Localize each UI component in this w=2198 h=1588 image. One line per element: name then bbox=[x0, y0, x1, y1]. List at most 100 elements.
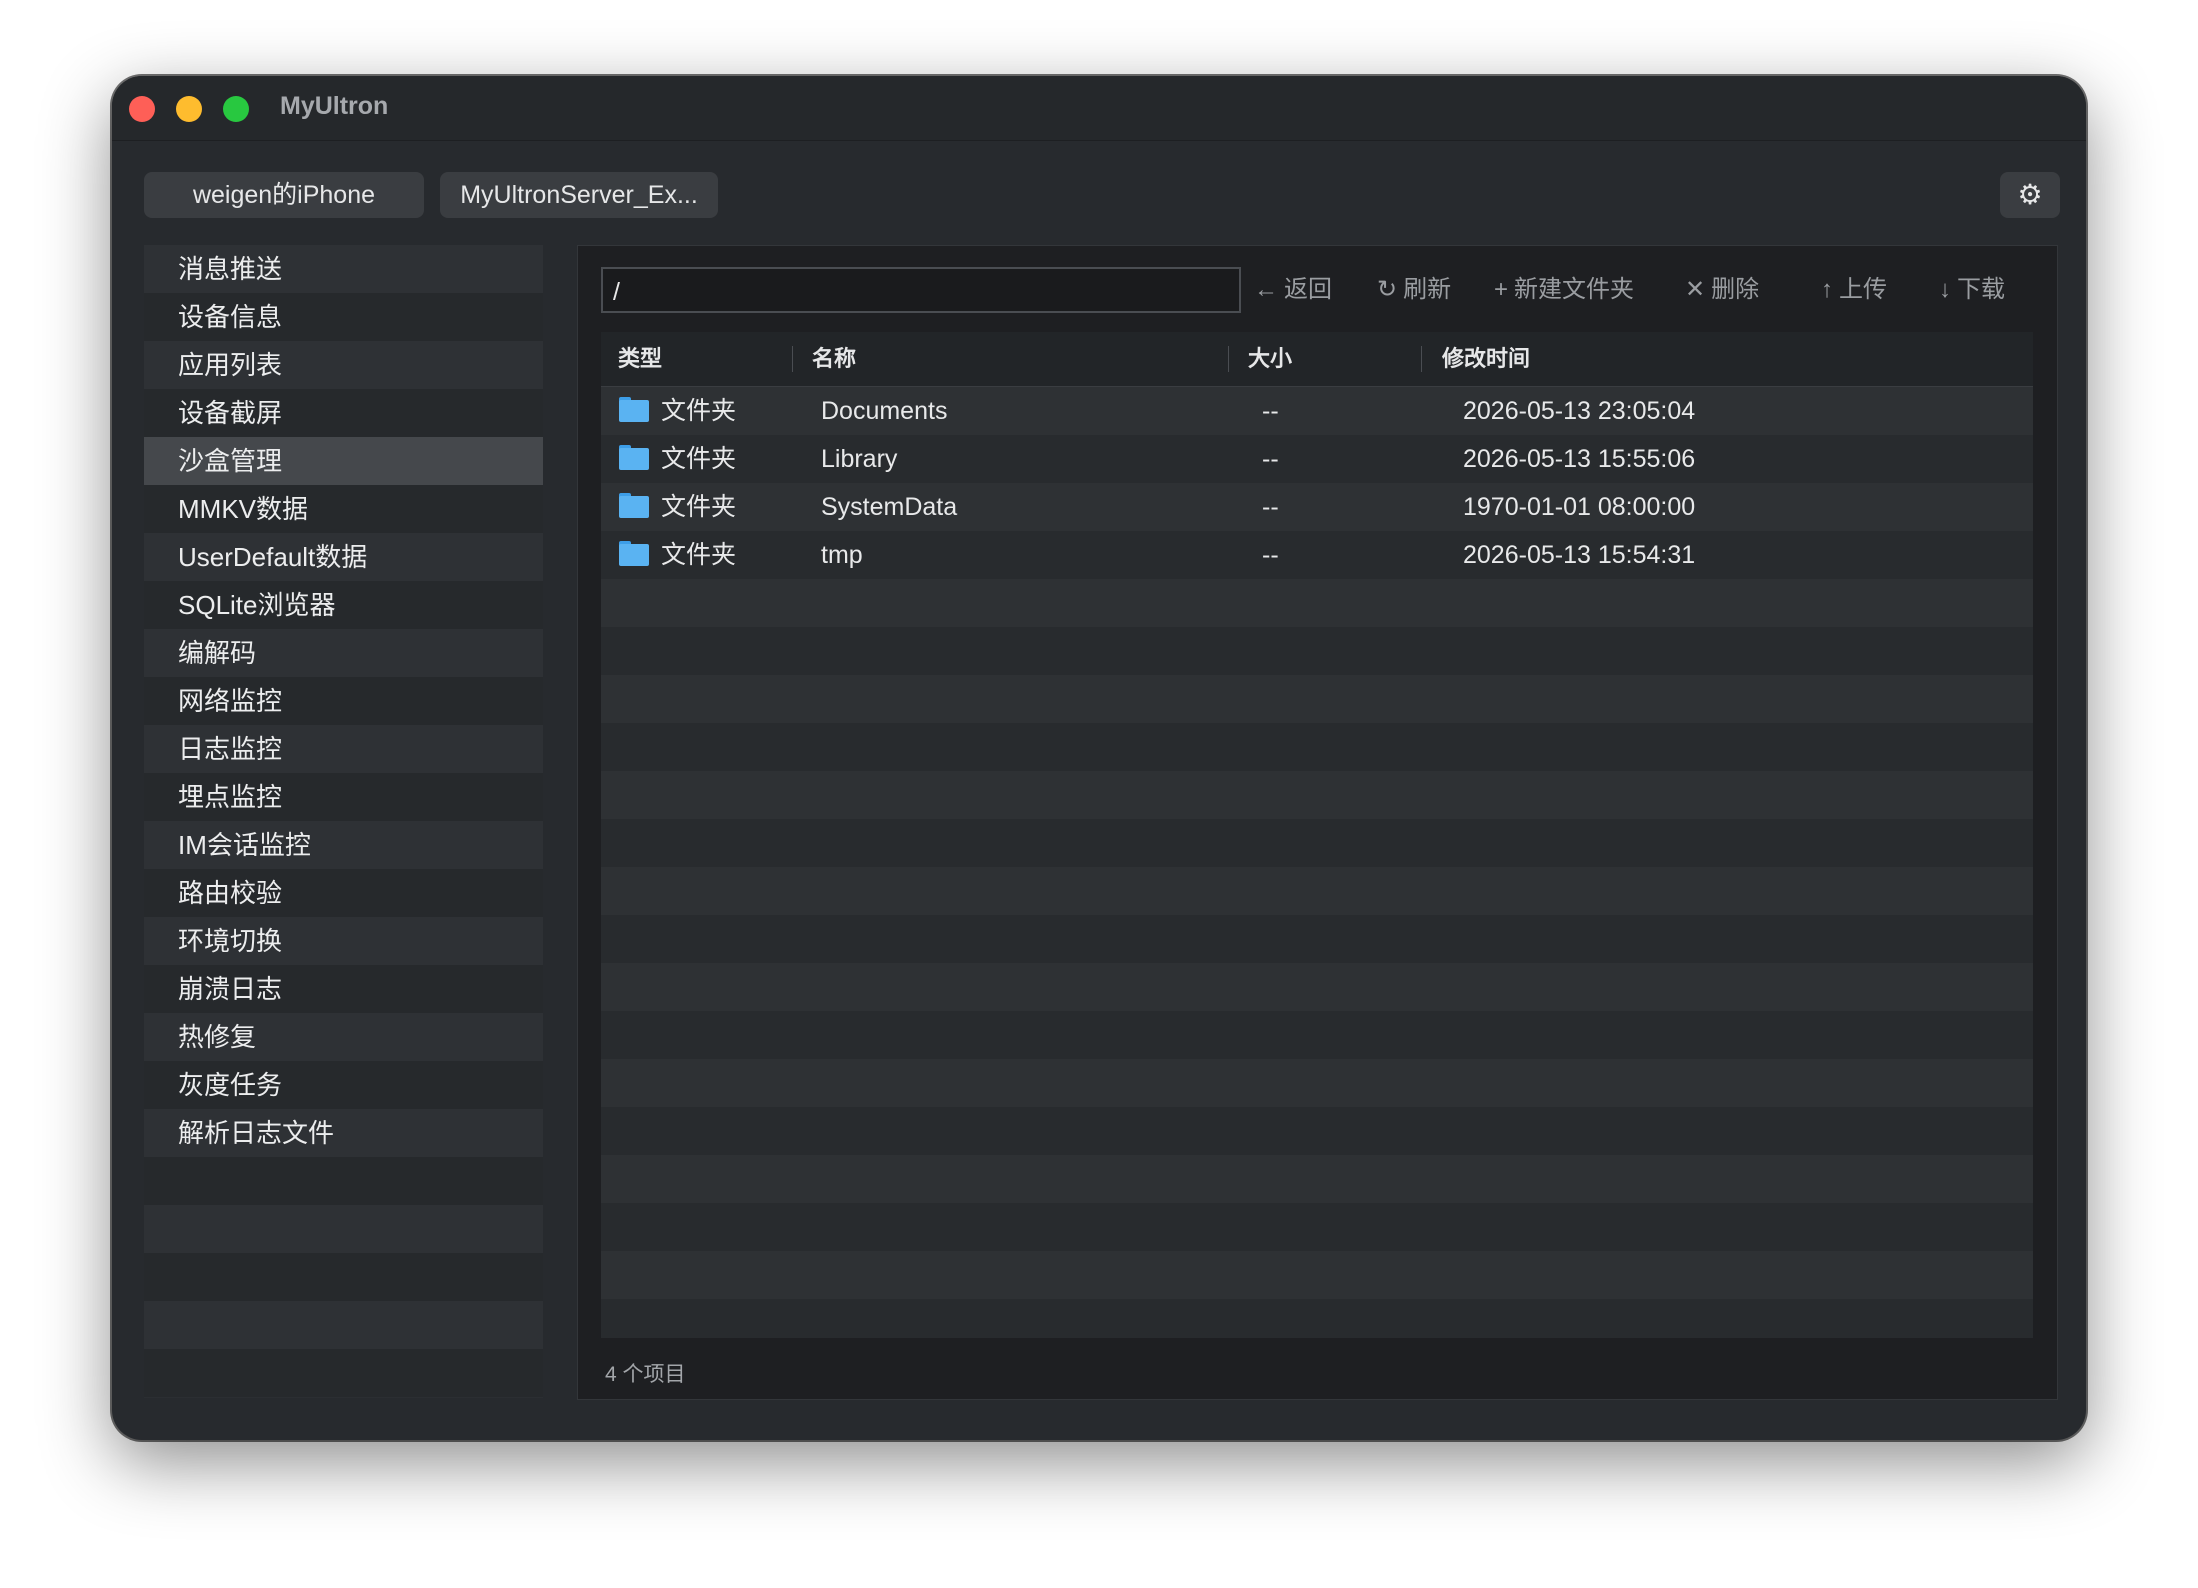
table-empty-row bbox=[601, 723, 2033, 771]
cell-type: 文件夹 bbox=[661, 541, 737, 569]
sidebar-item[interactable]: 埋点监控 bbox=[144, 773, 543, 821]
table-row[interactable]: 文件夹 Library -- 2026-05-13 15:55:06 bbox=[601, 435, 2033, 483]
sidebar-item[interactable]: IM会话监控 bbox=[144, 821, 543, 869]
table-empty-row bbox=[601, 963, 2033, 1011]
column-header-size[interactable]: 大小 bbox=[1248, 332, 1292, 386]
sidebar-item[interactable]: 网络监控 bbox=[144, 677, 543, 725]
gear-icon: ⚙ bbox=[2017, 179, 2043, 210]
sidebar-empty-row bbox=[144, 1253, 543, 1301]
cell-name: Documents bbox=[821, 397, 948, 425]
cell-name: SystemData bbox=[821, 493, 958, 521]
upload-button[interactable]: ↑ 上传 bbox=[1821, 270, 1887, 310]
refresh-label: 刷新 bbox=[1403, 276, 1452, 303]
sidebar-empty-row bbox=[144, 1205, 543, 1253]
folder-icon bbox=[619, 397, 649, 422]
sidebar-item[interactable]: 编解码 bbox=[144, 629, 543, 677]
table-empty-row bbox=[601, 627, 2033, 675]
table-empty-row bbox=[601, 1203, 2033, 1251]
cell-size: -- bbox=[1262, 493, 1279, 521]
arrow-up-icon: ↑ bbox=[1821, 276, 1833, 303]
sidebar-item[interactable]: 日志监控 bbox=[144, 725, 543, 773]
title-bar: MyUltron bbox=[112, 76, 2086, 141]
folder-icon bbox=[619, 445, 649, 470]
sidebar-item[interactable]: 灰度任务 bbox=[144, 1061, 543, 1109]
folder-icon bbox=[619, 493, 649, 518]
sandbox-panel: / ← 返回 ↻ 刷新 + 新建文件夹 ✕ 删除 ↑ 上传 ↓ 下载 类型 名称 大小 bbox=[577, 245, 2058, 1400]
sidebar-item[interactable]: SQLite浏览器 bbox=[144, 581, 543, 629]
delete-button[interactable]: ✕ 删除 bbox=[1685, 270, 1759, 310]
sidebar-item[interactable]: 设备信息 bbox=[144, 293, 543, 341]
table-empty-row bbox=[601, 1011, 2033, 1059]
table-empty-row bbox=[601, 1251, 2033, 1299]
table-header: 类型 名称 大小 修改时间 bbox=[601, 332, 2033, 387]
device-tab[interactable]: weigen的iPhone bbox=[144, 172, 424, 218]
back-button[interactable]: ← 返回 bbox=[1254, 270, 1332, 310]
close-window-button[interactable] bbox=[129, 96, 155, 122]
maximize-window-button[interactable] bbox=[223, 96, 249, 122]
table-empty-row bbox=[601, 771, 2033, 819]
cell-type: 文件夹 bbox=[661, 397, 737, 425]
delete-label: 删除 bbox=[1711, 276, 1760, 303]
table-empty-row bbox=[601, 1107, 2033, 1155]
arrow-down-icon: ↓ bbox=[1939, 276, 1951, 303]
column-header-type[interactable]: 类型 bbox=[618, 332, 662, 386]
table-body: 文件夹 Documents -- 2026-05-13 23:05:04 文件夹 Libr… bbox=[601, 387, 2033, 1338]
sidebar-item[interactable]: 沙盒管理 bbox=[144, 437, 543, 485]
upload-label: 上传 bbox=[1839, 276, 1887, 303]
table-empty-row bbox=[601, 915, 2033, 963]
table-empty-row bbox=[601, 675, 2033, 723]
sidebar-item[interactable]: 解析日志文件 bbox=[144, 1109, 543, 1157]
table-empty-row bbox=[601, 867, 2033, 915]
column-divider[interactable] bbox=[1421, 346, 1422, 372]
sidebar-empty-row bbox=[144, 1349, 543, 1397]
cell-size: -- bbox=[1262, 445, 1279, 473]
sidebar-item[interactable]: 热修复 bbox=[144, 1013, 543, 1061]
sidebar: 消息推送 设备信息 应用列表 设备截屏 沙盒管理 MMKV数据 UserDefault数据 S… bbox=[144, 245, 543, 1398]
path-input[interactable]: / bbox=[601, 267, 1241, 313]
sidebar-item[interactable]: 环境切换 bbox=[144, 917, 543, 965]
table-empty-row bbox=[601, 579, 2033, 627]
cell-modified: 2026-05-13 23:05:04 bbox=[1463, 397, 1696, 425]
sidebar-item[interactable]: MMKV数据 bbox=[144, 485, 543, 533]
window-title: MyUltron bbox=[280, 92, 389, 120]
cell-name: Library bbox=[821, 445, 898, 473]
cell-modified: 1970-01-01 08:00:00 bbox=[1463, 493, 1696, 521]
back-label: 返回 bbox=[1284, 276, 1332, 303]
column-divider[interactable] bbox=[792, 346, 793, 372]
cell-modified: 2026-05-13 15:54:31 bbox=[1463, 541, 1696, 569]
sidebar-item[interactable]: 崩溃日志 bbox=[144, 965, 543, 1013]
cell-size: -- bbox=[1262, 541, 1279, 569]
app-window: MyUltron weigen的iPhone MyUltronServer_Ex… bbox=[112, 76, 2086, 1440]
sidebar-item[interactable]: 应用列表 bbox=[144, 341, 543, 389]
table-empty-row bbox=[601, 1059, 2033, 1107]
table-row[interactable]: 文件夹 Documents -- 2026-05-13 23:05:04 bbox=[601, 387, 2033, 435]
plus-icon: + bbox=[1494, 276, 1509, 303]
table-row[interactable]: 文件夹 tmp -- 2026-05-13 15:54:31 bbox=[601, 531, 2033, 579]
table-empty-row bbox=[601, 1299, 2033, 1338]
item-count: 4 个项目 bbox=[605, 1363, 686, 1386]
sidebar-empty-row bbox=[144, 1301, 543, 1349]
sidebar-item[interactable]: UserDefault数据 bbox=[144, 533, 543, 581]
download-button[interactable]: ↓ 下载 bbox=[1939, 270, 2005, 310]
table-row[interactable]: 文件夹 SystemData -- 1970-01-01 08:00:00 bbox=[601, 483, 2033, 531]
minimize-window-button[interactable] bbox=[176, 96, 202, 122]
sidebar-item[interactable]: 消息推送 bbox=[144, 245, 543, 293]
cell-modified: 2026-05-13 15:55:06 bbox=[1463, 445, 1696, 473]
arrow-left-icon: ← bbox=[1254, 276, 1278, 303]
column-divider[interactable] bbox=[1228, 346, 1229, 372]
sidebar-item[interactable]: 设备截屏 bbox=[144, 389, 543, 437]
folder-icon bbox=[619, 541, 649, 566]
cell-size: -- bbox=[1262, 397, 1279, 425]
new-folder-button[interactable]: + 新建文件夹 bbox=[1494, 270, 1634, 310]
sidebar-empty-row bbox=[144, 1157, 543, 1205]
sidebar-item[interactable]: 路由校验 bbox=[144, 869, 543, 917]
column-header-modified[interactable]: 修改时间 bbox=[1442, 332, 1530, 386]
cell-type: 文件夹 bbox=[661, 493, 737, 521]
refresh-button[interactable]: ↻ 刷新 bbox=[1377, 270, 1451, 310]
table-empty-row bbox=[601, 1155, 2033, 1203]
column-header-name[interactable]: 名称 bbox=[812, 332, 856, 386]
server-tab[interactable]: MyUltronServer_Ex... bbox=[440, 172, 718, 218]
settings-button[interactable]: ⚙ bbox=[2000, 172, 2060, 218]
cell-type: 文件夹 bbox=[661, 445, 737, 473]
download-label: 下载 bbox=[1957, 276, 2005, 303]
